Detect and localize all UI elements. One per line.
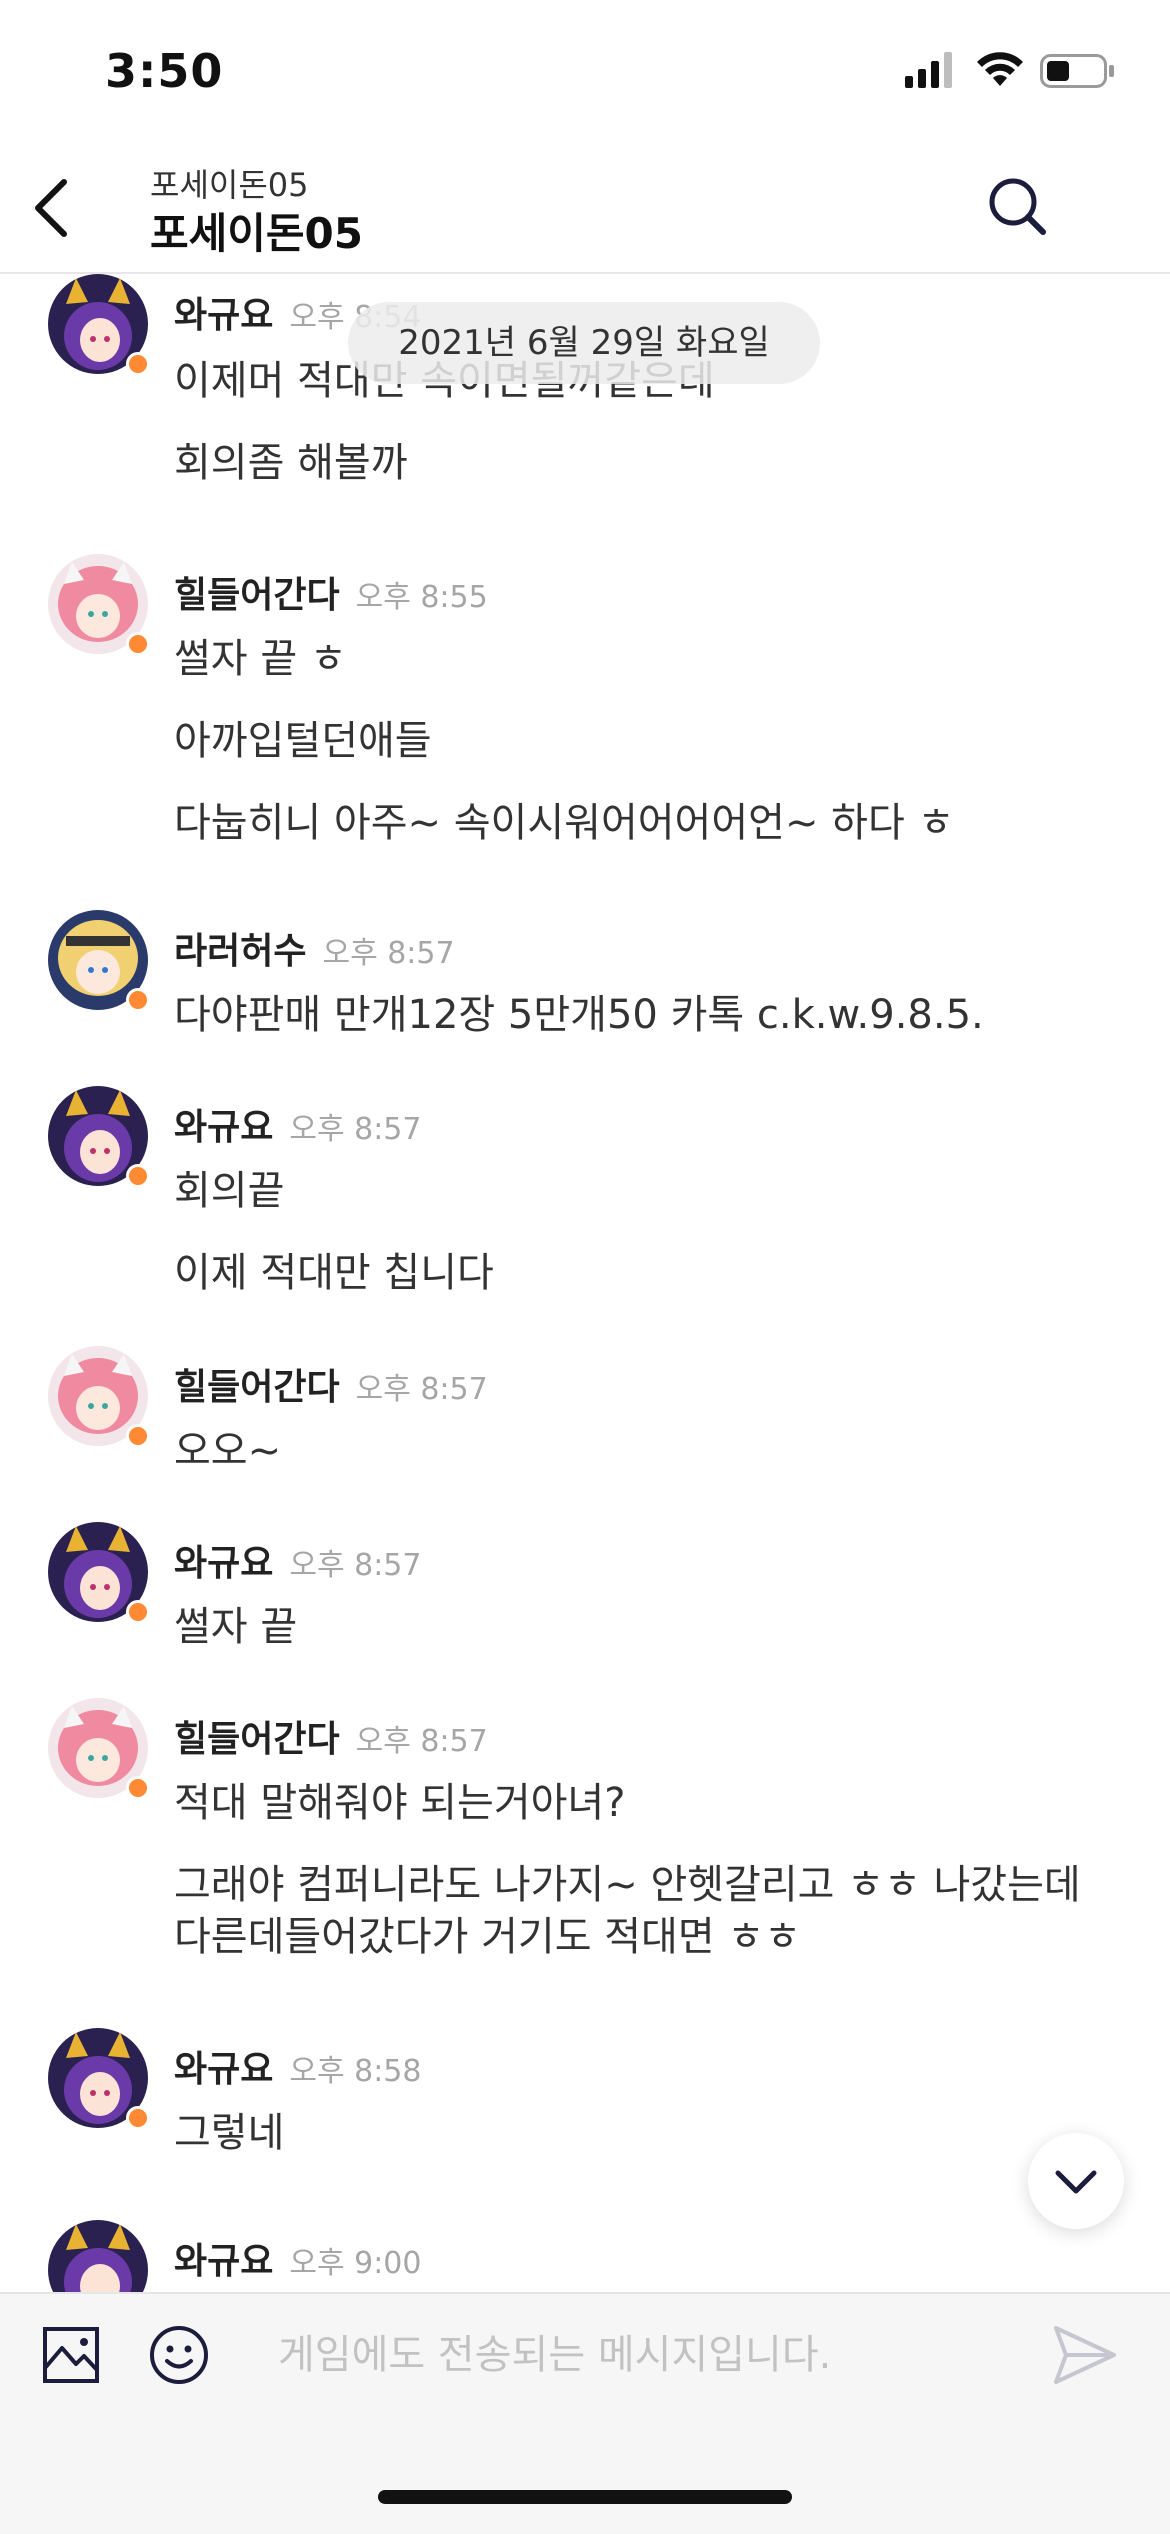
message-input[interactable]: [250, 2314, 1066, 2396]
message-text: 그래야 컴퍼니라도 나가지~ 안헷갈리고 ㅎㅎ 나갔는데: [174, 1862, 1081, 1908]
status-time: 3:50: [105, 44, 224, 98]
message-text: 썰자 끝: [174, 1604, 298, 1650]
cellular-signal-icon: [905, 52, 952, 88]
scroll-to-bottom-button[interactable]: [1028, 2133, 1124, 2229]
message-list[interactable]: 와규요오후 8:54 이제머 적대만 속이면될꺼같은데 회의좀 해볼까 힐들어간…: [0, 272, 1170, 2292]
sender-name: 와규요 오후 8:57: [174, 1543, 422, 1584]
back-icon[interactable]: [22, 172, 82, 244]
wifi-icon: [977, 52, 1023, 86]
chat-header: 포세이돈05 포세이돈05: [0, 150, 1170, 274]
home-indicator[interactable]: [378, 2490, 792, 2504]
message-text: 회의끝: [174, 1168, 285, 1214]
sender-name: 와규요 오후 8:57: [174, 1107, 422, 1148]
message-text: 그렇네: [174, 2110, 285, 2156]
sender-name: 힐들어간다 오후 8:57: [174, 1367, 488, 1408]
message-text: 아까입털던애들: [174, 718, 432, 764]
message-text: 다른데들어갔다가 거기도 적대면 ㅎㅎ: [174, 1914, 801, 1960]
status-bar: 3:50: [0, 0, 1170, 150]
avatar[interactable]: [48, 2220, 148, 2292]
sender-name: 와규요 오후 8:58: [174, 2049, 422, 2090]
image-icon[interactable]: [42, 2326, 100, 2384]
sender-name: 힐들어간다 오후 8:57: [174, 1719, 488, 1760]
message-text: 썰자 끝 ㅎ: [174, 636, 347, 682]
date-divider: 2021년 6월 29일 화요일: [348, 302, 820, 384]
message-text: 적대 말해줘야 되는거아녀?: [174, 1780, 626, 1826]
sender-name: 라러허수 오후 8:57: [174, 931, 455, 972]
send-icon[interactable]: [1050, 2322, 1120, 2388]
message-text: 회의좀 해볼까: [174, 440, 408, 486]
sender-name: 힐들어간다 오후 8:55: [174, 575, 488, 616]
emoji-icon[interactable]: [148, 2324, 210, 2386]
sender-name: 와규요 오후 9:00: [174, 2241, 422, 2282]
message-text: 다눕히니 아주~ 속이시워어어어어언~ 하다 ㅎ: [174, 800, 955, 846]
message-text: 다야판매 만개12장 5만개50 카톡 c.k.w.9.8.5.: [174, 992, 984, 1038]
battery-icon: [1040, 54, 1114, 88]
search-icon[interactable]: [985, 174, 1051, 240]
page-title: 포세이돈05: [150, 209, 364, 258]
chevron-down-icon: [1055, 2170, 1097, 2194]
message-text: 이제 적대만 칩니다: [174, 1250, 494, 1296]
message-text: 오오~: [174, 1428, 282, 1474]
